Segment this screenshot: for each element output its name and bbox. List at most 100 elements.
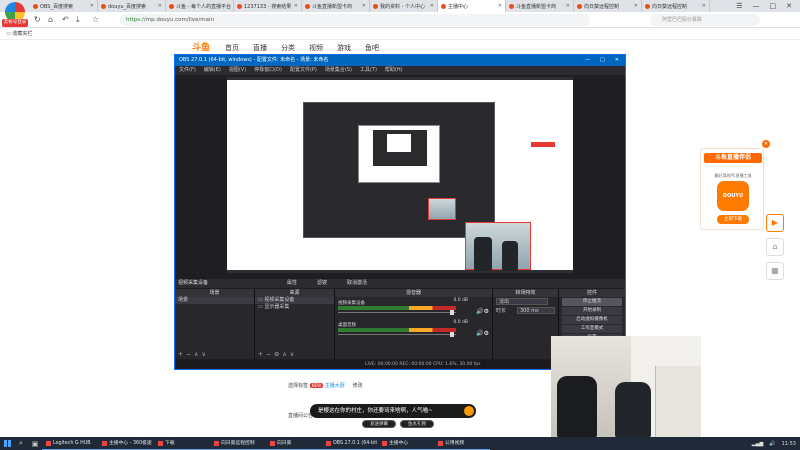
- scenes-toolbar[interactable]: +−∧∨: [175, 350, 254, 359]
- taskbar-app-button[interactable]: 向日葵远程控制: [210, 437, 266, 450]
- speaker-icon[interactable]: 🔊⚙: [476, 330, 489, 337]
- scenes-header: 场景: [175, 289, 254, 297]
- ad-download-button[interactable]: 立即下载: [717, 215, 749, 224]
- browser-tab[interactable]: OBS_百度搜索 ✕: [30, 0, 98, 12]
- obs-menu-item[interactable]: 配置文件(P): [290, 66, 317, 75]
- taskbar-app-button[interactable]: 下载: [154, 437, 210, 450]
- start-button[interactable]: [0, 437, 14, 450]
- tab-close-icon[interactable]: ✕: [90, 3, 94, 9]
- obs-control-button[interactable]: 停止推流: [562, 298, 622, 306]
- obs-close-icon[interactable]: ✕: [615, 55, 619, 66]
- undo-icon[interactable]: ↶: [62, 15, 69, 24]
- browser-tab[interactable]: 斗鱼 - 每个人的直播平台✕: [166, 0, 234, 12]
- bookmark-star-icon[interactable]: ☆: [92, 15, 99, 24]
- taskbar-app-button[interactable]: 公用视频: [434, 437, 490, 450]
- tab-close-icon[interactable]: ✕: [430, 3, 434, 9]
- douyu-nav-item[interactable]: 游戏: [337, 43, 351, 53]
- douyu-nav-item[interactable]: 鱼吧: [365, 43, 379, 53]
- cloud-login-button[interactable]: 云帐号登录: [2, 19, 28, 27]
- taskbar-app-button[interactable]: OBS 27.0.1 (64-bit: [322, 437, 378, 450]
- browser-logo[interactable]: 云帐号登录: [2, 2, 28, 28]
- fader-knob[interactable]: [450, 332, 454, 337]
- bookmark-item[interactable]: 收藏夹栏: [12, 31, 32, 37]
- send-danmaku-button[interactable]: 发送弹幕: [362, 420, 396, 428]
- close-icon[interactable]: ✕: [786, 2, 792, 10]
- tab-close-icon[interactable]: ✕: [158, 3, 162, 9]
- transition-select[interactable]: 淡出: [496, 298, 548, 305]
- task-search-icon[interactable]: ⌕: [14, 439, 28, 448]
- deactivate-button[interactable]: 取消激活: [347, 279, 367, 288]
- obs-control-button[interactable]: 启动虚拟摄像机: [562, 316, 622, 324]
- douyu-nav-item[interactable]: 视频: [309, 43, 323, 53]
- home-icon[interactable]: ⌂: [48, 15, 53, 24]
- obs-menu-item[interactable]: 帮助(H): [385, 66, 403, 75]
- source-item[interactable]: ▭ 显示器采集: [255, 304, 334, 311]
- volume-fader[interactable]: [338, 332, 456, 337]
- tab-close-icon[interactable]: ✕: [294, 3, 298, 9]
- browser-tab[interactable]: douyu_百度搜索 ✕: [98, 0, 166, 12]
- play-icon[interactable]: ▶: [766, 214, 784, 232]
- task-view-icon[interactable]: ▣: [28, 440, 42, 448]
- ad-close-icon[interactable]: ✕: [762, 140, 770, 148]
- mixer-channel: 视频采集设备 0.0 dB 🔊⚙: [335, 297, 492, 319]
- browser-tab[interactable]: 我的资料 - 个人中心 ✕: [370, 0, 438, 12]
- tag-edit-link[interactable]: 修改: [353, 383, 363, 389]
- browser-tab[interactable]: 斗鱼直播新盟卡商 ✕: [302, 0, 370, 12]
- taskbar-apps: Logitech G HUB 主播中心 - 360极速 下载 向日葵远程控制 向日葵 OB…: [42, 437, 490, 450]
- douyu-nav-item[interactable]: 直播: [253, 43, 267, 53]
- tag-link[interactable]: 主播大厨: [325, 383, 345, 389]
- obs-preview[interactable]: [227, 77, 573, 273]
- preview-webcam-source[interactable]: [465, 222, 531, 271]
- tab-close-icon[interactable]: ✕: [566, 3, 570, 9]
- obs-menu-item[interactable]: 场景集合(S): [325, 66, 352, 75]
- browser-tab[interactable]: 向日葵远程控制 ✕: [642, 0, 710, 12]
- obs-minimize-icon[interactable]: —: [585, 55, 590, 66]
- gift-button[interactable]: 鱼丸礼物: [400, 420, 434, 428]
- browser-tab[interactable]: 向日葵远程控制 ✕: [574, 0, 642, 12]
- home-tool-icon[interactable]: ⌂: [766, 238, 784, 256]
- obs-control-button[interactable]: 工作室模式: [562, 325, 622, 333]
- restore-icon[interactable]: ☰: [736, 2, 742, 10]
- duration-input[interactable]: 300 ms: [517, 307, 555, 314]
- taskbar-app-button[interactable]: 向日葵: [266, 437, 322, 450]
- obs-menu-item[interactable]: 工具(T): [360, 66, 377, 75]
- sources-toolbar[interactable]: +−⚙∧∨: [255, 350, 334, 359]
- tab-close-icon[interactable]: ✕: [634, 3, 638, 9]
- obs-menu-item[interactable]: 视图(V): [229, 66, 246, 75]
- fader-knob[interactable]: [450, 310, 454, 315]
- taskbar-app-button[interactable]: 主播中心: [378, 437, 434, 450]
- volume-fader[interactable]: [338, 310, 456, 315]
- tab-close-icon[interactable]: ✕: [498, 3, 502, 9]
- browser-tab[interactable]: 1237133 - 搜索结果 ✕: [234, 0, 302, 12]
- scene-item[interactable]: 场景: [175, 297, 254, 304]
- search-input[interactable]: 阿里巴巴股价暴跌: [650, 14, 760, 26]
- ad-card[interactable]: 斗鱼直播伴侣 最好用的PC直播工具 DOUYU 立即下载: [700, 148, 764, 230]
- speaker-icon[interactable]: 🔊⚙: [476, 308, 489, 315]
- clock[interactable]: 11:53: [782, 441, 796, 447]
- tab-close-icon[interactable]: ✕: [362, 3, 366, 9]
- obs-menu-item[interactable]: 编辑(E): [204, 66, 221, 75]
- downloads-icon[interactable]: ⤓: [76, 15, 80, 25]
- volume-icon[interactable]: 🔊: [769, 441, 775, 447]
- douyu-nav-item[interactable]: 分类: [281, 43, 295, 53]
- refresh-icon[interactable]: ↻: [34, 15, 41, 24]
- douyu-nav-item[interactable]: 首页: [225, 43, 239, 53]
- taskbar-app-button[interactable]: 主播中心 - 360极速: [98, 437, 154, 450]
- source-item[interactable]: ▭ 视频采集设备: [255, 297, 334, 304]
- obs-menu-item[interactable]: 停靠窗口(D): [254, 66, 282, 75]
- tab-close-icon[interactable]: ✕: [702, 3, 706, 9]
- minimize-icon[interactable]: —: [753, 2, 760, 10]
- taskbar-app-button[interactable]: Logitech G HUB: [42, 437, 98, 450]
- url-input[interactable]: https://mp.douyu.com/live/main: [120, 14, 590, 26]
- network-icon[interactable]: ▂▄▆: [752, 441, 764, 447]
- app-qr-icon[interactable]: ▦: [766, 262, 784, 280]
- obs-control-button[interactable]: 开始录制: [562, 307, 622, 315]
- maximize-icon[interactable]: □: [770, 2, 777, 10]
- filters-button[interactable]: 滤镜: [317, 279, 327, 288]
- properties-button[interactable]: 属性: [287, 279, 297, 288]
- browser-tab[interactable]: 主播中心 ✕: [438, 0, 506, 12]
- obs-maximize-icon[interactable]: □: [600, 55, 605, 66]
- preview-desktop-capture: [227, 80, 573, 271]
- browser-tab[interactable]: 斗鱼直播新盟卡商 ✕: [506, 0, 574, 12]
- obs-menu-item[interactable]: 文件(F): [179, 66, 196, 75]
